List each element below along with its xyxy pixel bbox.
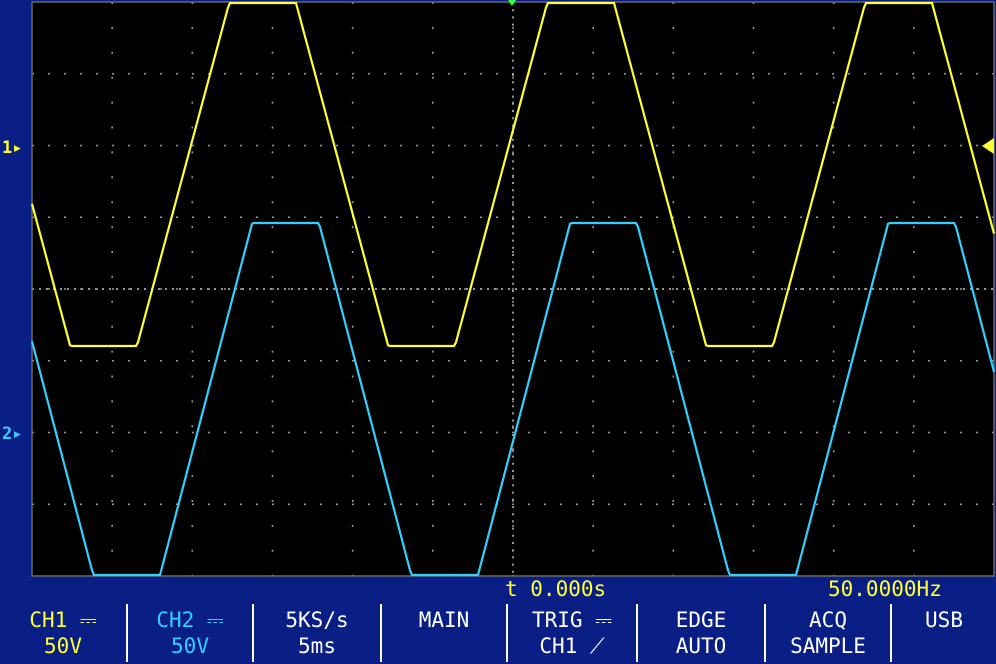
ch1-ground-marker: 1▸ [2, 138, 23, 158]
softkey-acquire-value: SAMPLE [790, 634, 866, 658]
softkey-timebase[interactable]: 5KS/s 5ms [254, 604, 382, 662]
softkey-ch2-value: 50V [171, 634, 209, 658]
softkey-ch2-label: CH2 ⎓ [156, 608, 224, 632]
softkey-acquire-label: ACQ [809, 608, 847, 632]
softkey-acquire[interactable]: ACQ SAMPLE [766, 604, 892, 662]
softkey-trigger-label: TRIG ⎓ [532, 608, 612, 632]
graticule [31, 1, 995, 577]
softkey-timebase-value: 5ms [298, 634, 336, 658]
trigger-level-marker [982, 138, 994, 154]
softkey-timebase-label: 5KS/s [285, 608, 349, 632]
softkey-edge-value: AUTO [675, 634, 727, 658]
ch2-ground-marker: 2▸ [2, 424, 23, 444]
ch1-trace [30, 1, 996, 348]
softkey-main-label: MAIN [418, 608, 470, 632]
softkey-ch2[interactable]: CH2 ⎓ 50V [128, 604, 254, 662]
softkey-edge[interactable]: EDGE AUTO [638, 604, 766, 662]
softkey-trigger[interactable]: TRIG ⎓ CH1 ⟋ [508, 604, 638, 662]
softkey-edge-label: EDGE [675, 608, 727, 632]
softkey-usb-label: USB [925, 608, 963, 632]
trigger-position-marker [508, 0, 516, 6]
softkey-ch1-value: 50V [44, 634, 82, 658]
waveform-display [30, 0, 996, 577]
softkey-main[interactable]: MAIN [382, 604, 508, 662]
trigger-time-readout: t 0.000s [505, 577, 607, 601]
frequency-readout: 50.0000Hz [828, 577, 942, 601]
softkey-bar: CH1 ⎓ 50V CH2 ⎓ 50V 5KS/s 5ms MAIN TRIG … [0, 604, 996, 664]
softkey-ch1[interactable]: CH1 ⎓ 50V [0, 604, 128, 662]
softkey-usb[interactable]: USB [892, 604, 996, 662]
softkey-trigger-value: CH1 ⟋ [539, 634, 605, 658]
softkey-ch1-label: CH1 ⎓ [29, 608, 97, 632]
